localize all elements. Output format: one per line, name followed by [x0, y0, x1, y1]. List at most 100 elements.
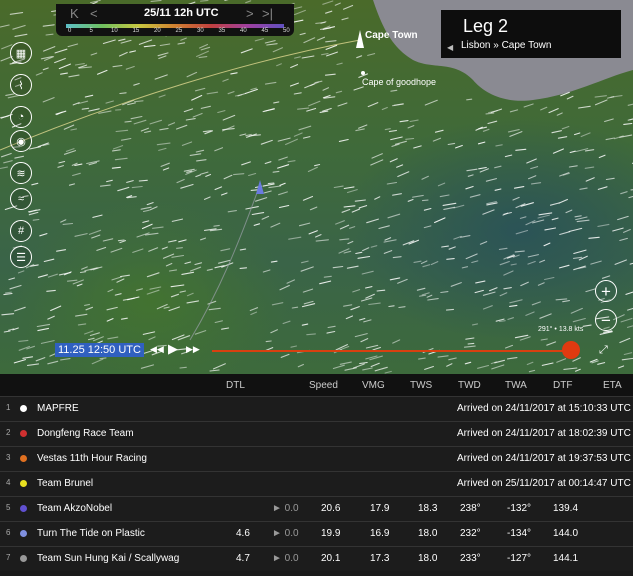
first-frame-button[interactable]: K: [70, 6, 79, 21]
prev-frame-button[interactable]: <: [90, 6, 98, 21]
compass-icon[interactable]: ◔: [10, 106, 32, 128]
scale-label: 25: [175, 28, 183, 34]
cell-twa: -127°: [507, 553, 532, 564]
cell-twd: 238°: [460, 503, 481, 514]
team-name[interactable]: Vestas 11th Hour Racing: [37, 453, 147, 464]
header-speed[interactable]: Speed: [309, 380, 338, 391]
cell-twa: -132°: [507, 503, 532, 514]
row-rank: 7: [6, 553, 11, 562]
table-row[interactable]: 2 Dongfeng Race Team Arrived on 24/11/2017…: [0, 421, 633, 446]
header-twd[interactable]: TWD: [458, 380, 481, 391]
cell-play[interactable]: ► 0.0: [272, 553, 299, 564]
scale-label: 20: [154, 28, 161, 34]
waves-icon[interactable]: ≈: [10, 188, 32, 210]
team-name[interactable]: Team Brunel: [37, 478, 93, 489]
time-bar: K < 25/11 12h UTC > >| 0 5 10 15 20 25 30 35 40 4…: [56, 4, 294, 36]
scale-label: 40: [240, 28, 247, 34]
team-color-dot: [20, 405, 27, 412]
header-twa[interactable]: TWA: [505, 380, 527, 391]
scale-label: 10: [111, 28, 118, 34]
table-row[interactable]: 3 Vestas 11th Hour Racing Arrived on 24/11…: [0, 446, 633, 471]
team-name[interactable]: Turn The Tide on Plastic: [37, 528, 145, 539]
timeline-knob[interactable]: [562, 341, 580, 359]
scale-label: 50: [283, 28, 290, 34]
team-color-dot: [20, 555, 27, 562]
table-row[interactable]: 7 Team Sun Hung Kai / Scallywag 4.7 ► 0.0 20…: [0, 546, 633, 571]
map-icon[interactable]: ▦: [10, 42, 32, 64]
table-row[interactable]: 4 Team Brunel Arrived on 25/11/2017 at 00:…: [0, 471, 633, 496]
scale-label: 5: [89, 28, 93, 34]
cell-vmg: 17.9: [370, 503, 390, 514]
cell-play[interactable]: ► 0.0: [272, 503, 299, 514]
layers-icon[interactable]: ☰: [10, 246, 32, 268]
cell-dtf: 144.1: [553, 553, 579, 564]
cell-tws: 18.0: [418, 528, 438, 539]
row-rank: 6: [6, 528, 11, 537]
fullscreen-icon[interactable]: ⤢: [599, 344, 608, 357]
zoom-in-button[interactable]: +: [595, 280, 617, 302]
header-tws[interactable]: TWS: [410, 380, 432, 391]
cell-speed: 20.1: [321, 553, 341, 564]
scale-label: 45: [261, 28, 269, 34]
leg-panel[interactable]: Leg 2 ◀ Lisbon » Cape Town: [441, 10, 621, 58]
route-icon[interactable]: ⌇: [10, 74, 32, 96]
scale-label: 30: [197, 28, 204, 34]
play-button[interactable]: ▶: [168, 341, 178, 357]
header-eta[interactable]: ETA: [603, 380, 622, 391]
cell-speed: 19.9: [321, 528, 341, 539]
arrival-status: Arrived on 25/11/2017 at 00:14:47 UTC: [457, 478, 631, 489]
leaderboard-table: DTL Speed VMG TWS TWD TWA DTF ETA 1 MAPFR…: [0, 374, 633, 576]
cell-twd: 233°: [460, 553, 481, 564]
table-header: DTL Speed VMG TWS TWD TWA DTF ETA: [0, 374, 633, 396]
cape-town-label: Cape Town: [365, 30, 418, 41]
cell-dtf: 144.0: [553, 528, 579, 539]
cell-dtl: 4.7: [236, 553, 250, 564]
arrival-status: Arrived on 24/11/2017 at 19:37:53 UTC: [457, 453, 631, 464]
boat-icon[interactable]: ◉: [10, 130, 32, 152]
time-stamp: 25/11 12h UTC: [144, 7, 219, 19]
header-dtf[interactable]: DTF: [553, 380, 572, 391]
rewind-button[interactable]: ◀◀: [150, 344, 164, 355]
team-color-dot: [20, 530, 27, 537]
cell-tws: 18.3: [418, 503, 438, 514]
cell-speed: 20.6: [321, 503, 341, 514]
playback-time: 11.25 12:50 UTC: [55, 343, 144, 357]
header-dtl[interactable]: DTL: [226, 380, 245, 391]
team-name[interactable]: Team AkzoNobel: [37, 503, 112, 514]
cell-twd: 232°: [460, 528, 481, 539]
team-name[interactable]: Team Sun Hung Kai / Scallywag: [37, 553, 179, 564]
grid-icon[interactable]: #: [10, 220, 32, 242]
table-row[interactable]: 6 Turn The Tide on Plastic 4.6 ► 0.0 19.9 16.…: [0, 521, 633, 546]
team-color-dot: [20, 505, 27, 512]
cell-play[interactable]: ► 0.0: [272, 528, 299, 539]
team-color-dot: [20, 480, 27, 487]
scale-label: 35: [218, 28, 226, 34]
wind-map[interactable]: Cape Town Cape of goodhope K < 25/11 12h…: [0, 0, 633, 374]
table-row[interactable]: 5 Team AkzoNobel ► 0.0 20.6 17.9 18.3 238° -132…: [0, 496, 633, 521]
row-rank: 3: [6, 453, 11, 462]
scale-label: 15: [132, 28, 140, 34]
forward-button[interactable]: ▶▶: [186, 344, 200, 355]
scale-label: 0: [68, 28, 72, 34]
row-rank: 2: [6, 428, 11, 437]
timeline-track[interactable]: [212, 350, 572, 352]
next-frame-button[interactable]: >: [246, 6, 254, 21]
leg-route: Lisbon » Cape Town: [461, 40, 552, 51]
arrival-status: Arrived on 24/11/2017 at 18:02:39 UTC: [457, 428, 631, 439]
header-vmg[interactable]: VMG: [362, 380, 385, 391]
row-rank: 5: [6, 503, 11, 512]
team-name[interactable]: MAPFRE: [37, 403, 79, 414]
zoom-out-button[interactable]: −: [595, 309, 617, 331]
table-row[interactable]: 1 MAPFRE Arrived on 24/11/2017 at 15:10:33…: [0, 396, 633, 421]
row-rank: 1: [6, 403, 11, 412]
arrival-status: Arrived on 24/11/2017 at 15:10:33 UTC: [457, 403, 631, 414]
wind-icon[interactable]: ≋: [10, 162, 32, 184]
back-arrow-icon[interactable]: ◀: [447, 43, 453, 52]
team-color-dot: [20, 430, 27, 437]
cell-dtl: 4.6: [236, 528, 250, 539]
last-frame-button[interactable]: >|: [262, 6, 273, 21]
team-name[interactable]: Dongfeng Race Team: [37, 428, 134, 439]
cell-twa: -134°: [507, 528, 532, 539]
cell-vmg: 17.3: [370, 553, 390, 564]
playback-bar: 11.25 12:50 UTC ◀◀ ▶ ▶▶ ⤢: [0, 340, 633, 362]
